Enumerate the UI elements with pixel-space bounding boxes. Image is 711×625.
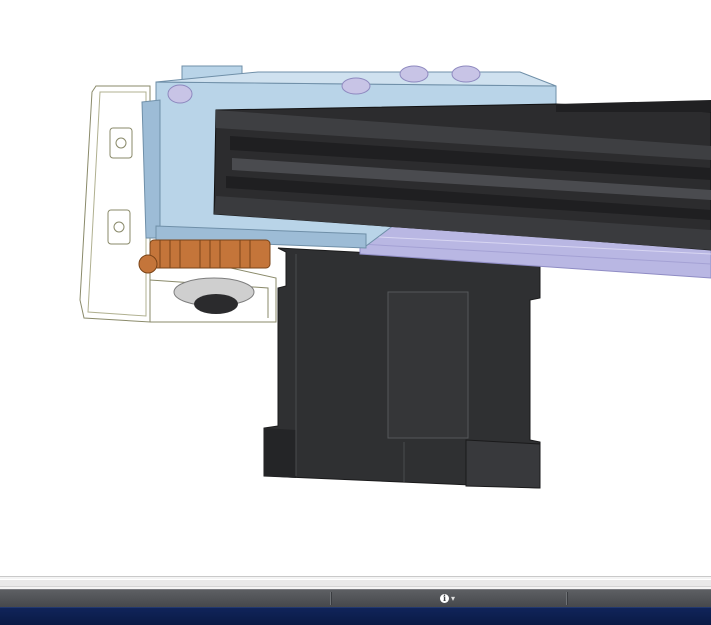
status-bar: i ▾ — [0, 589, 711, 607]
info-menu[interactable]: i ▾ — [440, 592, 455, 605]
extruder-gears[interactable] — [138, 239, 271, 314]
horizontal-scrollbar[interactable] — [0, 576, 711, 589]
stepper-motor[interactable] — [263, 247, 541, 489]
model-render — [79, 65, 711, 489]
status-separator — [330, 592, 332, 605]
info-icon[interactable]: i — [440, 594, 449, 603]
taskbar — [0, 607, 711, 625]
chevron-down-icon[interactable]: ▾ — [451, 594, 455, 603]
status-separator — [566, 592, 568, 605]
3d-model-viewport[interactable] — [0, 0, 711, 576]
scrollbar-thumb[interactable] — [0, 579, 711, 587]
